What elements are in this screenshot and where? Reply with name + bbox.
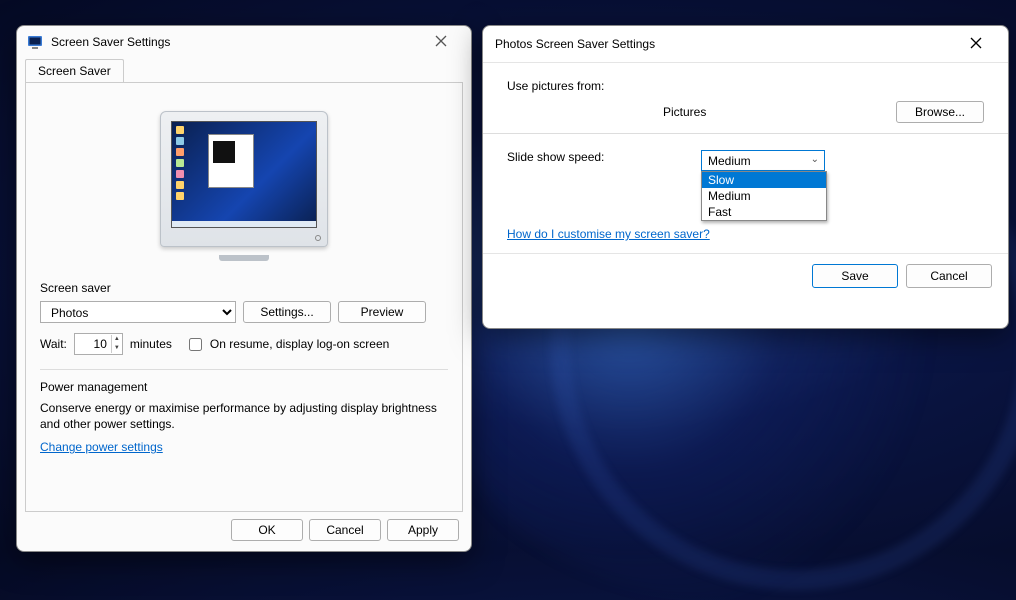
close-button[interactable] — [956, 36, 996, 52]
power-section-label: Power management — [40, 380, 448, 394]
close-button[interactable] — [421, 34, 461, 50]
dialog-title: Screen Saver Settings — [51, 35, 421, 49]
option-medium[interactable]: Medium — [702, 188, 826, 204]
slide-speed-select[interactable]: Medium ⌄ Slow Medium Fast — [701, 150, 825, 171]
cancel-button[interactable]: Cancel — [906, 264, 992, 288]
browse-button[interactable]: Browse... — [896, 101, 984, 123]
resume-label: On resume, display log-on screen — [210, 337, 389, 351]
divider — [483, 133, 1008, 134]
save-button[interactable]: Save — [812, 264, 898, 288]
titlebar[interactable]: Photos Screen Saver Settings — [483, 26, 1008, 63]
screensaver-select[interactable]: Photos — [40, 301, 236, 323]
option-fast[interactable]: Fast — [702, 204, 826, 220]
divider — [40, 369, 448, 370]
dialog-title: Photos Screen Saver Settings — [495, 37, 956, 51]
wait-label: Wait: — [40, 337, 67, 351]
titlebar[interactable]: Screen Saver Settings — [17, 26, 471, 58]
resume-checkbox[interactable] — [189, 338, 202, 351]
close-icon — [435, 35, 447, 47]
tab-panel: Screen saver Photos Settings... Preview … — [25, 82, 463, 512]
settings-button[interactable]: Settings... — [243, 301, 331, 323]
pictures-value: Pictures — [647, 105, 706, 119]
change-power-settings-link[interactable]: Change power settings — [40, 440, 163, 454]
slide-speed-dropdown: Slow Medium Fast — [701, 171, 827, 221]
power-description: Conserve energy or maximise performance … — [40, 400, 448, 432]
wait-input[interactable] — [75, 335, 111, 353]
photos-screensaver-settings-dialog: Photos Screen Saver Settings Use picture… — [482, 25, 1009, 329]
ok-button[interactable]: OK — [231, 519, 303, 541]
option-slow[interactable]: Slow — [702, 172, 826, 188]
wait-spinner[interactable]: ▲▼ — [74, 333, 123, 355]
slide-speed-label: Slide show speed: — [507, 150, 701, 164]
close-icon — [970, 37, 982, 49]
use-pictures-from-label: Use pictures from: — [507, 79, 647, 93]
minutes-label: minutes — [130, 337, 172, 351]
customise-help-link[interactable]: How do I customise my screen saver? — [507, 227, 710, 241]
chevron-down-icon[interactable]: ▼ — [112, 344, 122, 353]
screen-saver-settings-dialog: Screen Saver Settings Screen Saver Scree… — [16, 25, 472, 552]
tab-screen-saver[interactable]: Screen Saver — [25, 59, 124, 83]
chevron-up-icon[interactable]: ▲ — [112, 335, 122, 344]
monitor-preview — [160, 111, 328, 261]
screensaver-icon — [27, 34, 43, 50]
cancel-button[interactable]: Cancel — [309, 519, 381, 541]
apply-button[interactable]: Apply — [387, 519, 459, 541]
chevron-down-icon: ⌄ — [811, 154, 819, 165]
screensaver-section-label: Screen saver — [40, 281, 448, 295]
slide-speed-selected: Medium — [708, 154, 751, 168]
preview-button[interactable]: Preview — [338, 301, 426, 323]
